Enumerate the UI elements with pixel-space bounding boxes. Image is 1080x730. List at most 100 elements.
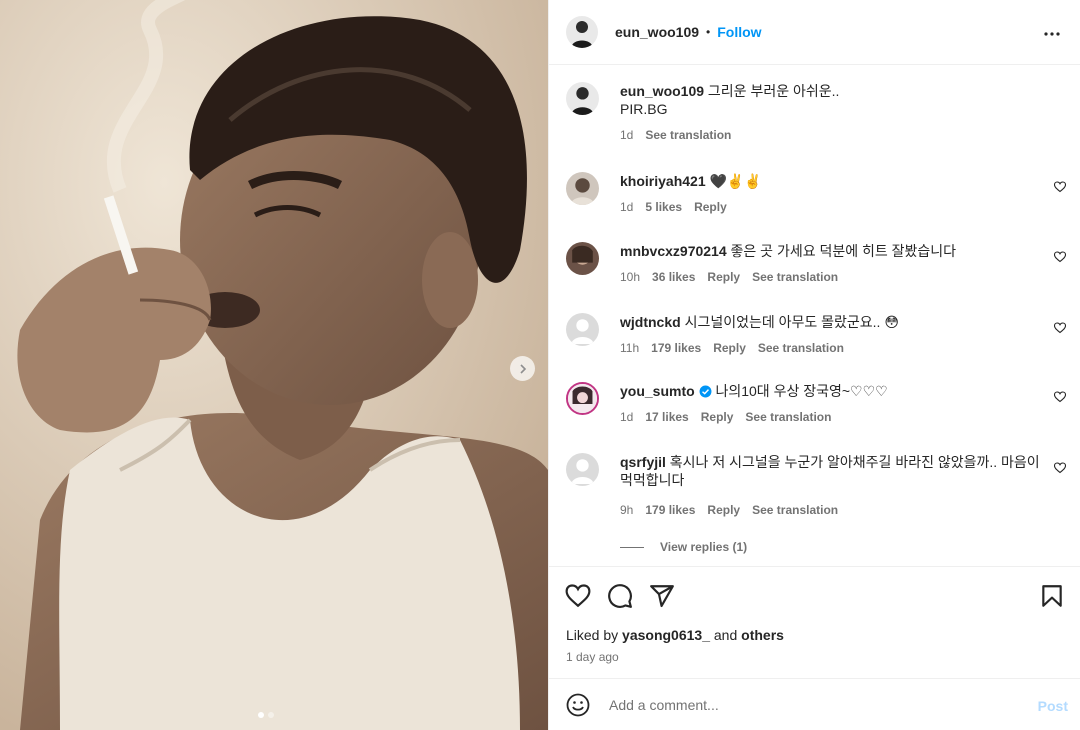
liked-by: Liked by yasong0613_ and others bbox=[566, 627, 784, 643]
comment-icon bbox=[608, 584, 632, 608]
heart-icon bbox=[1053, 322, 1067, 334]
caption-body: eun_woo109 그리운 부러운 아쉬운.. PIR.BG bbox=[620, 82, 1040, 118]
emoji-button[interactable] bbox=[566, 693, 590, 720]
comment-text: 혹시나 저 시그널을 누군가 알아채주길 바라진 않았을까.. 마음이 먹먹합니… bbox=[620, 454, 1040, 488]
verified-badge-icon bbox=[699, 385, 712, 398]
reply-button[interactable]: Reply bbox=[707, 503, 740, 517]
caption: eun_woo109 그리운 부러운 아쉬운.. PIR.BG 1d See t… bbox=[566, 82, 1066, 152]
comment-username[interactable]: qsrfyjil bbox=[620, 454, 666, 470]
view-replies-button[interactable]: View replies (1) bbox=[620, 540, 747, 554]
photo-image bbox=[0, 0, 548, 730]
comment-time[interactable]: 9h bbox=[620, 503, 633, 517]
commenter-avatar[interactable] bbox=[566, 172, 599, 205]
comment-like-button[interactable] bbox=[1053, 250, 1067, 266]
reply-button[interactable]: Reply bbox=[694, 200, 727, 214]
like-button[interactable] bbox=[565, 583, 591, 612]
caption-see-translation[interactable]: See translation bbox=[645, 128, 731, 142]
comment-item: qsrfyjil 혹시나 저 시그널을 누군가 알아채주길 바라진 않았을까..… bbox=[566, 453, 1067, 523]
comment-text: 좋은 곳 가세요 덕분에 히트 잘봤습니다 bbox=[730, 243, 957, 259]
comment-meta: 9h 179 likes Reply See translation bbox=[620, 503, 838, 517]
comment-meta: 1d 5 likes Reply bbox=[620, 200, 727, 214]
more-options-button[interactable] bbox=[1040, 22, 1064, 49]
reply-button[interactable]: Reply bbox=[713, 341, 746, 355]
comment-body: khoiriyah421 🖤✌️✌️ bbox=[620, 172, 1040, 190]
comment-username[interactable]: wjdtnckd bbox=[620, 314, 681, 330]
emoji-icon bbox=[566, 693, 590, 717]
carousel-next-button[interactable] bbox=[510, 356, 535, 381]
comment-username[interactable]: you_sumto bbox=[620, 383, 695, 399]
comment-username[interactable]: khoiriyah421 bbox=[620, 173, 706, 189]
comment-see-translation[interactable]: See translation bbox=[752, 270, 838, 284]
post-age[interactable]: 1 day ago bbox=[566, 650, 619, 664]
comment-time[interactable]: 1d bbox=[620, 200, 633, 214]
comment-see-translation[interactable]: See translation bbox=[758, 341, 844, 355]
comment-likes[interactable]: 179 likes bbox=[651, 341, 701, 355]
caption-avatar[interactable] bbox=[566, 82, 599, 115]
comment-time[interactable]: 1d bbox=[620, 410, 633, 424]
author-avatar[interactable] bbox=[566, 16, 598, 48]
author-username[interactable]: eun_woo109 bbox=[615, 24, 699, 40]
liked-by-user[interactable]: yasong0613_ bbox=[622, 627, 710, 643]
comment-likes[interactable]: 17 likes bbox=[645, 410, 688, 424]
carousel-dot bbox=[268, 712, 274, 718]
comment-item: wjdtnckd 시그널이었는데 아무도 몰랐군요.. 😳 11h 179 li… bbox=[566, 313, 1067, 363]
avatar-image bbox=[566, 172, 599, 205]
comment-body: mnbvcxz970214 좋은 곳 가세요 덕분에 히트 잘봤습니다 bbox=[620, 242, 1040, 260]
heart-icon bbox=[565, 584, 591, 608]
comment-meta: 10h 36 likes Reply See translation bbox=[620, 270, 838, 284]
comment-likes[interactable]: 36 likes bbox=[652, 270, 695, 284]
comment-meta: 11h 179 likes Reply See translation bbox=[620, 341, 844, 355]
comment-body: qsrfyjil 혹시나 저 시그널을 누군가 알아채주길 바라진 않았을까..… bbox=[620, 453, 1040, 489]
bookmark-icon bbox=[1042, 585, 1062, 607]
caption-username[interactable]: eun_woo109 bbox=[620, 83, 704, 99]
heart-icon bbox=[1053, 251, 1067, 263]
post-photo[interactable] bbox=[0, 0, 548, 730]
add-comment-bar: Post bbox=[549, 678, 1080, 730]
commenter-avatar[interactable] bbox=[566, 313, 599, 346]
comment-like-button[interactable] bbox=[1053, 390, 1067, 406]
comment-body: wjdtnckd 시그널이었는데 아무도 몰랐군요.. 😳 bbox=[620, 313, 1040, 331]
comment-body: you_sumto 나의10대 우상 장국영~♡♡♡ bbox=[620, 382, 1040, 400]
liked-by-and: and bbox=[713, 627, 738, 643]
comment-time[interactable]: 10h bbox=[620, 270, 640, 284]
follow-button[interactable]: Follow bbox=[717, 24, 761, 40]
default-avatar-icon bbox=[566, 313, 599, 346]
share-button[interactable] bbox=[649, 583, 675, 612]
reply-button[interactable]: Reply bbox=[707, 270, 740, 284]
comment-text: 나의10대 우상 장국영~♡♡♡ bbox=[715, 383, 888, 399]
save-button[interactable] bbox=[1039, 583, 1065, 612]
comment-likes[interactable]: 5 likes bbox=[645, 200, 682, 214]
comment-like-button[interactable] bbox=[1053, 461, 1067, 477]
comment-button[interactable] bbox=[607, 583, 633, 612]
comment-like-button[interactable] bbox=[1053, 180, 1067, 196]
liked-by-others[interactable]: others bbox=[741, 627, 784, 643]
view-replies-label: View replies (1) bbox=[660, 540, 748, 554]
header-separator: • bbox=[706, 25, 711, 39]
caption-meta: 1d See translation bbox=[620, 128, 731, 142]
post-comment-button[interactable]: Post bbox=[1038, 698, 1068, 714]
caption-time[interactable]: 1d bbox=[620, 128, 633, 142]
comment-like-button[interactable] bbox=[1053, 321, 1067, 337]
avatar-image bbox=[568, 384, 597, 413]
post-header: eun_woo109 • Follow bbox=[549, 0, 1080, 65]
comments-section[interactable]: eun_woo109 그리운 부러운 아쉬운.. PIR.BG 1d See t… bbox=[549, 66, 1080, 566]
view-replies-line bbox=[620, 547, 644, 549]
avatar-image bbox=[566, 242, 599, 275]
comment-see-translation[interactable]: See translation bbox=[752, 503, 838, 517]
add-comment-input[interactable] bbox=[609, 693, 1009, 717]
commenter-avatar[interactable] bbox=[566, 453, 599, 486]
comment-see-translation[interactable]: See translation bbox=[745, 410, 831, 424]
carousel-dots bbox=[258, 712, 274, 718]
comment-meta: 1d 17 likes Reply See translation bbox=[620, 410, 831, 424]
caption-text: 그리운 부러운 아쉬운.. bbox=[707, 83, 840, 99]
heart-icon bbox=[1053, 181, 1067, 193]
reply-button[interactable]: Reply bbox=[701, 410, 734, 424]
comment-username[interactable]: mnbvcxz970214 bbox=[620, 243, 727, 259]
commenter-avatar[interactable] bbox=[566, 242, 599, 275]
comment-likes[interactable]: 179 likes bbox=[645, 503, 695, 517]
liked-by-prefix: Liked by bbox=[566, 627, 619, 643]
commenter-avatar-story-ring[interactable] bbox=[566, 382, 599, 415]
carousel-dot-active bbox=[258, 712, 264, 718]
post-actions: Liked by yasong0613_ and others 1 day ag… bbox=[549, 566, 1080, 678]
comment-time[interactable]: 11h bbox=[620, 341, 639, 355]
